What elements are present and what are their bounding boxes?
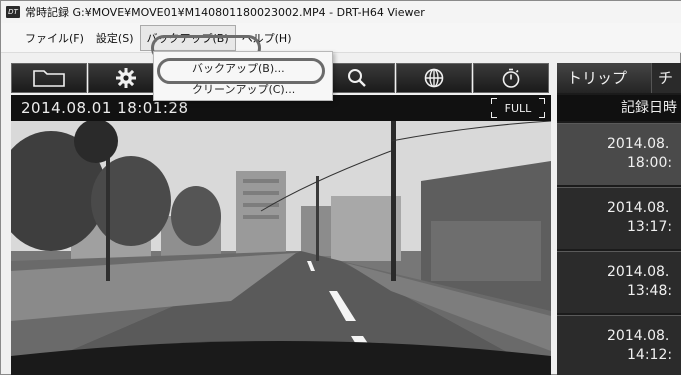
- dashcam-frame-image: [11, 121, 551, 375]
- gear-icon: [116, 68, 136, 88]
- records-column-header: 記録日時: [557, 95, 681, 121]
- tab-trip[interactable]: トリップ: [557, 63, 652, 93]
- menu-backup[interactable]: バックアップ(B): [139, 24, 236, 51]
- map-button[interactable]: [396, 63, 472, 93]
- video-timestamp: 2014.08.01 18:01:28: [21, 99, 189, 117]
- record-time: 14:12:: [627, 347, 673, 363]
- menu-bar: ファイル(F) 設定(S) バックアップ(B) ヘルプ(H): [1, 23, 681, 53]
- search-icon: [348, 69, 366, 87]
- stopwatch-icon: [502, 68, 520, 88]
- fullscreen-label: FULL: [504, 101, 532, 115]
- record-date: 2014.08.: [607, 264, 670, 280]
- folder-icon: [33, 70, 65, 87]
- app-window: DT 常時記録 G:¥MOVE¥MOVE01¥M140801180023002.…: [0, 0, 681, 375]
- record-time: 13:17:: [627, 219, 673, 235]
- menu-file[interactable]: ファイル(F): [19, 26, 90, 50]
- list-item[interactable]: 2014.08. 13:48:: [557, 251, 681, 313]
- record-time: 13:48:: [627, 283, 673, 299]
- tab-next[interactable]: チ: [652, 63, 681, 93]
- record-time: 18:00:: [627, 155, 673, 171]
- menu-settings[interactable]: 設定(S): [90, 26, 140, 50]
- side-panel: トリップ チ 記録日時 2014.08. 18:00: 2014.08. 13:…: [557, 63, 681, 375]
- menu-help[interactable]: ヘルプ(H): [236, 26, 298, 50]
- fullscreen-button[interactable]: FULL: [491, 98, 545, 118]
- globe-icon: [424, 68, 444, 88]
- list-item[interactable]: 2014.08. 14:12:: [557, 315, 681, 375]
- dropdown-item-backup[interactable]: バックアップ(B)...: [154, 58, 334, 80]
- open-folder-button[interactable]: [11, 63, 87, 93]
- window-title: 常時記録 G:¥MOVE¥MOVE01¥M140801180023002.MP4…: [25, 6, 425, 19]
- list-item[interactable]: 2014.08. 13:17:: [557, 187, 681, 249]
- dropdown-item-cleanup[interactable]: クリーンアップ(C)...: [154, 79, 334, 101]
- timer-button[interactable]: [473, 63, 549, 93]
- title-bar: DT 常時記録 G:¥MOVE¥MOVE01¥M140801180023002.…: [1, 1, 681, 23]
- list-item[interactable]: 2014.08. 18:00:: [557, 123, 681, 185]
- record-date: 2014.08.: [607, 136, 670, 152]
- backup-dropdown-menu: バックアップ(B)... クリーンアップ(C)...: [153, 51, 333, 101]
- app-icon: DT: [6, 6, 20, 18]
- side-tabs: トリップ チ: [557, 63, 681, 93]
- record-date: 2014.08.: [607, 328, 670, 344]
- record-date: 2014.08.: [607, 200, 670, 216]
- video-player[interactable]: [11, 121, 551, 375]
